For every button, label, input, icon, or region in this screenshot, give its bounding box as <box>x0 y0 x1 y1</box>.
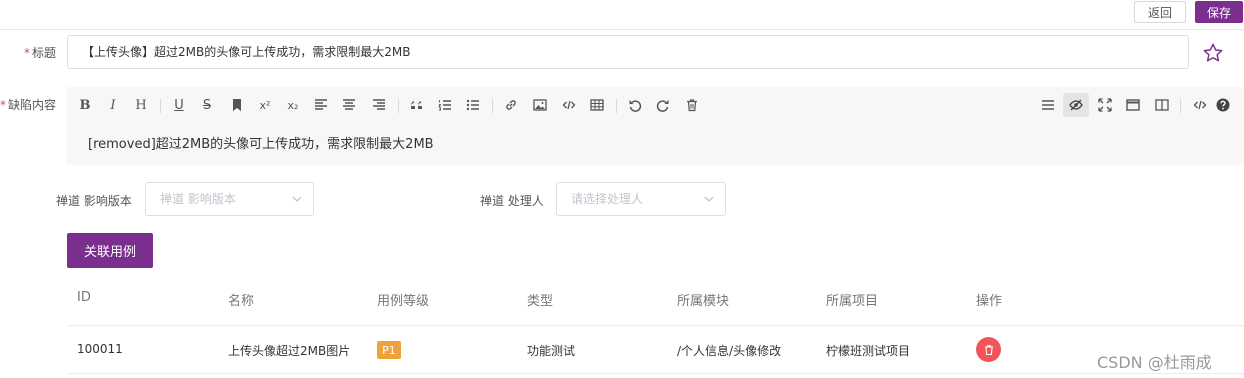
link-icon[interactable] <box>500 95 522 115</box>
table-header-divider <box>67 325 1244 326</box>
help-icon[interactable] <box>1212 95 1234 115</box>
column-header-id: ID <box>77 290 91 305</box>
version-placeholder: 禅道 影响版本 <box>160 192 236 206</box>
back-button[interactable]: 返回 <box>1134 1 1186 23</box>
trash-icon <box>984 344 993 355</box>
bold-button[interactable]: B <box>74 95 96 115</box>
image-icon[interactable] <box>529 95 551 115</box>
align-right-icon[interactable] <box>368 95 390 115</box>
watermark: CSDN @杜雨成 <box>1097 353 1212 372</box>
cell-project: 柠檬班测试项目 <box>826 344 911 358</box>
required-mark: * <box>24 46 30 60</box>
table-row-divider <box>67 373 1244 374</box>
toolbar-divider <box>160 99 161 113</box>
undo-icon[interactable] <box>624 95 646 115</box>
handler-placeholder: 请选择处理人 <box>571 192 644 206</box>
version-select[interactable]: 禅道 影响版本 <box>145 182 314 216</box>
title-label-text: 标题 <box>32 46 57 60</box>
italic-button[interactable]: I <box>102 95 124 115</box>
star-icon[interactable] <box>1202 42 1224 64</box>
align-left-icon[interactable] <box>310 95 332 115</box>
handler-label: 禅道 处理人 <box>480 194 544 208</box>
toolbar-divider <box>492 99 493 113</box>
cell-type: 功能测试 <box>527 344 576 358</box>
top-bar: 返回 保存 <box>0 0 1244 30</box>
unordered-list-icon[interactable] <box>462 95 484 115</box>
chevron-down-icon <box>704 196 714 202</box>
quote-icon[interactable] <box>406 95 428 115</box>
trash-icon[interactable] <box>681 95 703 115</box>
cell-module: /个人信息/头像修改 <box>677 344 782 358</box>
subscript-button[interactable]: x₂ <box>282 95 304 115</box>
chevron-down-icon <box>292 196 302 202</box>
toolbar-divider <box>616 99 617 113</box>
version-label: 禅道 影响版本 <box>56 194 132 208</box>
cell-id: 100011 <box>77 342 123 356</box>
code-icon[interactable] <box>558 95 580 115</box>
toolbar-divider <box>1180 99 1181 113</box>
required-mark: * <box>0 98 6 112</box>
level-badge: P1 <box>377 341 401 359</box>
column-header-actions: 操作 <box>976 294 1003 309</box>
save-button[interactable]: 保存 <box>1195 1 1243 23</box>
editor-content[interactable]: [removed]超过2MB的头像可上传成功，需求限制最大2MB <box>88 133 434 152</box>
column-header-module: 所属模块 <box>677 294 730 309</box>
cell-name: 上传头像超过2MB图片 <box>228 344 351 358</box>
underline-button[interactable]: U <box>168 95 190 115</box>
source-code-icon[interactable] <box>1189 95 1211 115</box>
column-header-project: 所属项目 <box>826 294 879 309</box>
title-label: * 标题 <box>24 44 56 61</box>
window-icon[interactable] <box>1122 95 1144 115</box>
editor-toolbar: B I H U S x² x₂ <box>66 87 1244 123</box>
heading-button[interactable]: H <box>130 95 152 115</box>
menu-icon[interactable] <box>1037 95 1059 115</box>
markdown-editor: B I H U S x² x₂ [removed]超过2MB的头像可上传成功，需 <box>66 87 1244 165</box>
defect-label: * 缺陷内容 <box>0 96 56 113</box>
defect-label-text: 缺陷内容 <box>8 98 57 112</box>
ordered-list-icon[interactable] <box>434 95 456 115</box>
align-center-icon[interactable] <box>338 95 360 115</box>
column-header-type: 类型 <box>527 294 554 309</box>
column-header-name: 名称 <box>228 294 255 309</box>
column-header-level: 用例等级 <box>377 294 430 309</box>
fullscreen-icon[interactable] <box>1094 95 1116 115</box>
table-icon[interactable] <box>586 95 608 115</box>
delete-button[interactable] <box>976 337 1001 362</box>
title-input[interactable]: 【上传头像】超过2MB的头像可上传成功，需求限制最大2MB <box>67 35 1189 69</box>
preview-toggle-icon[interactable] <box>1063 93 1089 117</box>
redo-icon[interactable] <box>652 95 674 115</box>
strikethrough-button[interactable]: S <box>196 95 218 115</box>
bookmark-icon[interactable] <box>226 95 248 115</box>
handler-select[interactable]: 请选择处理人 <box>556 182 726 216</box>
superscript-button[interactable]: x² <box>254 95 276 115</box>
split-view-icon[interactable] <box>1151 95 1173 115</box>
link-case-button[interactable]: 关联用例 <box>67 233 153 268</box>
toolbar-divider <box>398 99 399 113</box>
